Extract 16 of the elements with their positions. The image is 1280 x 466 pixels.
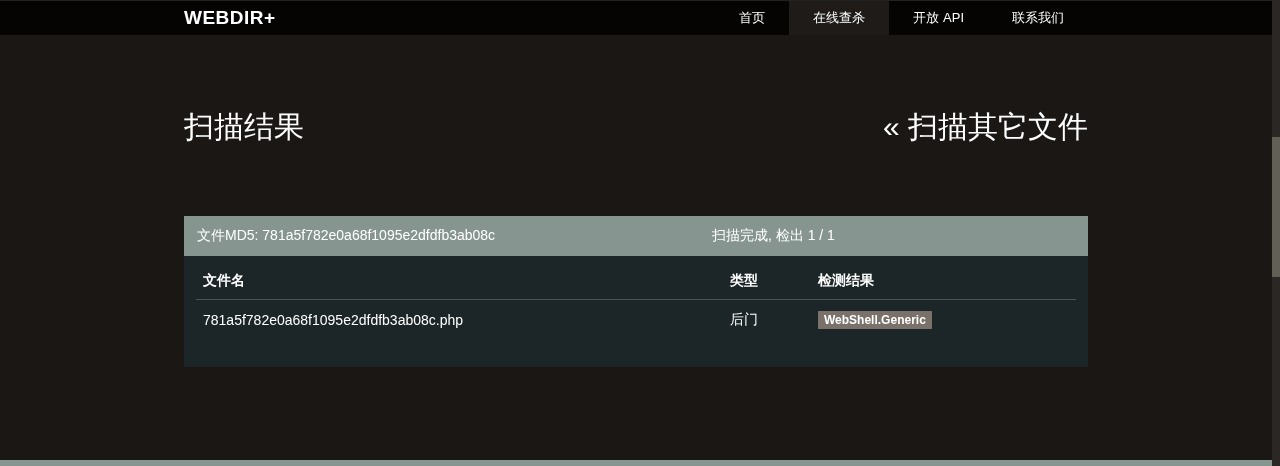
detection-badge: WebShell.Generic [818, 311, 932, 329]
column-header: 检测结果 [811, 264, 1076, 300]
scrollbar-thumb[interactable] [1272, 137, 1280, 277]
scan-status: 扫描完成, 检出 1 / 1 [712, 227, 835, 245]
scan-other-link[interactable]: « 扫描其它文件 [882, 106, 1088, 148]
nav-tab[interactable]: 首页 [715, 1, 790, 35]
md5-text: 文件MD5: 781a5f782e0a68f1095e2dfdfb3ab08c [197, 227, 497, 245]
nav-tab[interactable]: 开放 API [889, 1, 988, 35]
nav-tab[interactable]: 联系我们 [988, 1, 1088, 35]
type-cell: 后门 [723, 299, 811, 340]
site-logo[interactable]: WEBDIR+ [184, 7, 276, 29]
column-header: 类型 [723, 264, 811, 300]
file-name-cell: 781a5f782e0a68f1095e2dfdfb3ab08c.php [196, 299, 723, 340]
nav-tab[interactable]: 在线查杀 [789, 1, 890, 35]
page-title: 扫描结果 [184, 108, 304, 145]
column-header: 文件名 [196, 264, 723, 300]
